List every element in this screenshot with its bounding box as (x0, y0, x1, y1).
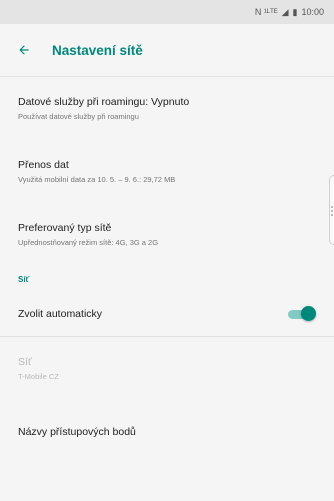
data-roaming-summary: Používat datové služby při roamingu (18, 112, 139, 121)
status-bar: N ¹ᴸᵀᴱ ◢ ▮ 10:00 (0, 0, 334, 24)
preferred-network-type-title: Preferovaný typ sítě (18, 222, 112, 234)
data-usage-summary: Využitá mobilní data za 10. 5. – 9. 6.: … (18, 175, 176, 184)
auto-select-title: Zvolit automaticky (18, 308, 103, 320)
network-operator-summary: T-Mobile CZ (18, 372, 59, 381)
battery-icon: ▮ (292, 6, 298, 17)
preferred-network-type-item[interactable]: Preferovaný typ sítě Upřednostňovaný rež… (0, 203, 334, 266)
handle-dot (331, 214, 333, 216)
back-button[interactable] (10, 36, 38, 64)
network-type-icon: N ¹ᴸᵀᴱ (254, 7, 278, 17)
apn-item[interactable]: Názvy přístupových bodů (0, 400, 334, 463)
arrow-left-icon (19, 45, 29, 55)
data-usage-item[interactable]: Přenos dat Využitá mobilní data za 10. 5… (0, 140, 334, 203)
network-operator-item: Síť T-Mobile CZ (0, 337, 334, 400)
signal-icon: ◢ (281, 6, 289, 17)
data-roaming-title: Datové služby při roamingu: Vypnuto (18, 96, 190, 108)
handle-dot (331, 210, 333, 212)
page-title: Nastavení sítě (52, 42, 143, 58)
switch-thumb (301, 306, 316, 321)
data-usage-title: Přenos dat (18, 159, 69, 171)
edge-panel-handle[interactable] (329, 175, 334, 245)
auto-select-network-item[interactable]: Zvolit automaticky (0, 292, 334, 336)
app-bar: Nastavení sítě (0, 24, 334, 77)
preferred-network-type-summary: Upřednostňovaný režim sítě: 4G, 3G a 2G (18, 238, 159, 247)
settings-list: Datové služby při roamingu: Vypnuto Použ… (0, 77, 334, 463)
apn-title: Názvy přístupových bodů (18, 425, 136, 438)
data-roaming-item[interactable]: Datové služby při roamingu: Vypnuto Použ… (0, 77, 334, 140)
network-category-header: Síť (18, 274, 30, 284)
network-operator-title: Síť (18, 356, 32, 368)
auto-select-switch[interactable] (286, 306, 316, 322)
handle-dot (331, 206, 333, 208)
status-time: 10:00 (301, 7, 324, 17)
